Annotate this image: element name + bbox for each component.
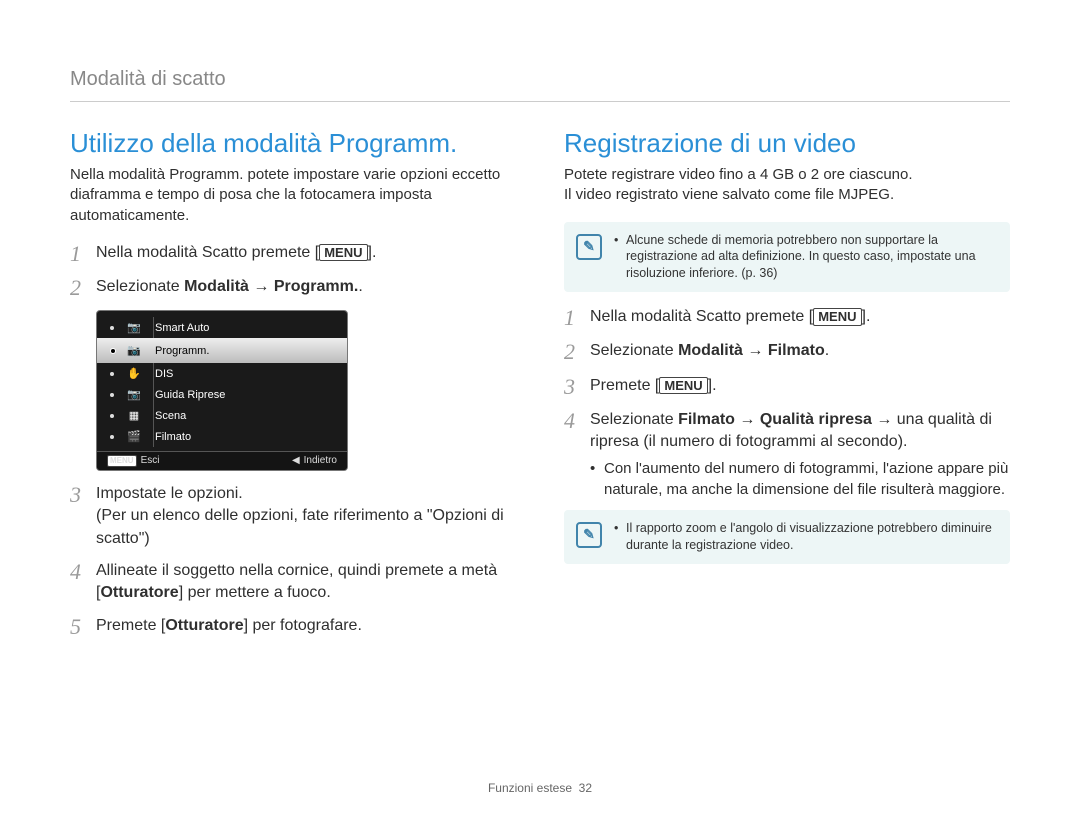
menu-item-smart-auto: 📷Smart Auto (97, 317, 347, 338)
step-number: 4 (564, 409, 590, 433)
scene-icon: ▦ (123, 409, 145, 422)
tip-box-1: ✎ Alcune schede di memoria potrebbero no… (564, 222, 1010, 293)
menu-item-dis: ✋DIS (97, 363, 347, 384)
chapter-header: Modalità di scatto (70, 68, 1010, 91)
camera-icon: 📷 (123, 344, 145, 357)
camera-menu-screenshot: 📷Smart Auto 📷Programm. ✋DIS 📷Guida Ripre… (96, 310, 348, 471)
menu-keycap: MENU (319, 244, 367, 262)
right-column: Registrazione di un video Potete registr… (564, 128, 1010, 649)
step-number: 1 (70, 242, 96, 266)
right-intro: Potete registrare video fino a 4 GB o 2 … (564, 165, 1010, 206)
step-number: 3 (70, 483, 96, 507)
right-step-2: 2 Selezionate Modalità → Filmato. (564, 340, 1010, 364)
right-section-title: Registrazione di un video (564, 128, 1010, 159)
menu-keycap: MENU (107, 455, 137, 467)
right-step-3: 3 Premete [MENU]. (564, 375, 1010, 399)
menu-keycap: MENU (813, 308, 861, 326)
menu-item-filmato: 🎬Filmato (97, 426, 347, 447)
menu-footer: MENUEsci ◀Indietro (97, 451, 347, 470)
two-columns: Utilizzo della modalità Programm. Nella … (70, 128, 1010, 649)
tip-text: Il rapporto zoom e l'angolo di visualizz… (614, 520, 998, 554)
page-footer: Funzioni estese 32 (0, 781, 1080, 795)
hand-icon: ✋ (123, 367, 145, 380)
tip-box-2: ✎ Il rapporto zoom e l'angolo di visuali… (564, 510, 1010, 564)
menu-item-scena: ▦Scena (97, 405, 347, 426)
divider (70, 101, 1010, 102)
step-number: 3 (564, 375, 590, 399)
tip-text: Alcune schede di memoria potrebbero non … (614, 232, 998, 283)
left-intro: Nella modalità Programm. potete impostar… (70, 165, 516, 226)
left-step-5: 5 Premete [Otturatore] per fotografare. (70, 615, 516, 639)
back-arrow-icon: ◀ (292, 455, 300, 466)
left-column: Utilizzo della modalità Programm. Nella … (70, 128, 516, 649)
menu-keycap: MENU (659, 377, 707, 395)
step-number: 5 (70, 615, 96, 639)
menu-item-guida: 📷Guida Riprese (97, 384, 347, 405)
left-step-1: 1 Nella modalità Scatto premete [MENU]. (70, 242, 516, 266)
film-icon: 🎬 (123, 430, 145, 443)
left-step-3: 3 Impostate le opzioni. (Per un elenco d… (70, 483, 516, 550)
left-step-4: 4 Allineate il soggetto nella cornice, q… (70, 560, 516, 605)
right-step-1: 1 Nella modalità Scatto premete [MENU]. (564, 306, 1010, 330)
step-number: 4 (70, 560, 96, 584)
note-icon: ✎ (576, 522, 602, 548)
right-step-4: 4 Selezionate Filmato → Qualità ripresa … (564, 409, 1010, 500)
step-number: 2 (564, 340, 590, 364)
step-number: 2 (70, 276, 96, 300)
guide-icon: 📷 (123, 388, 145, 401)
right-step-4-sub: Con l'aumento del numero di fotogrammi, … (590, 459, 1010, 500)
camera-icon: 📷 (123, 321, 145, 334)
left-section-title: Utilizzo della modalità Programm. (70, 128, 516, 159)
left-step-2: 2 Selezionate Modalità → Programm.. (70, 276, 516, 300)
menu-item-programm: 📷Programm. (97, 338, 347, 363)
step-number: 1 (564, 306, 590, 330)
note-icon: ✎ (576, 234, 602, 260)
manual-page: Modalità di scatto Utilizzo della modali… (0, 0, 1080, 815)
